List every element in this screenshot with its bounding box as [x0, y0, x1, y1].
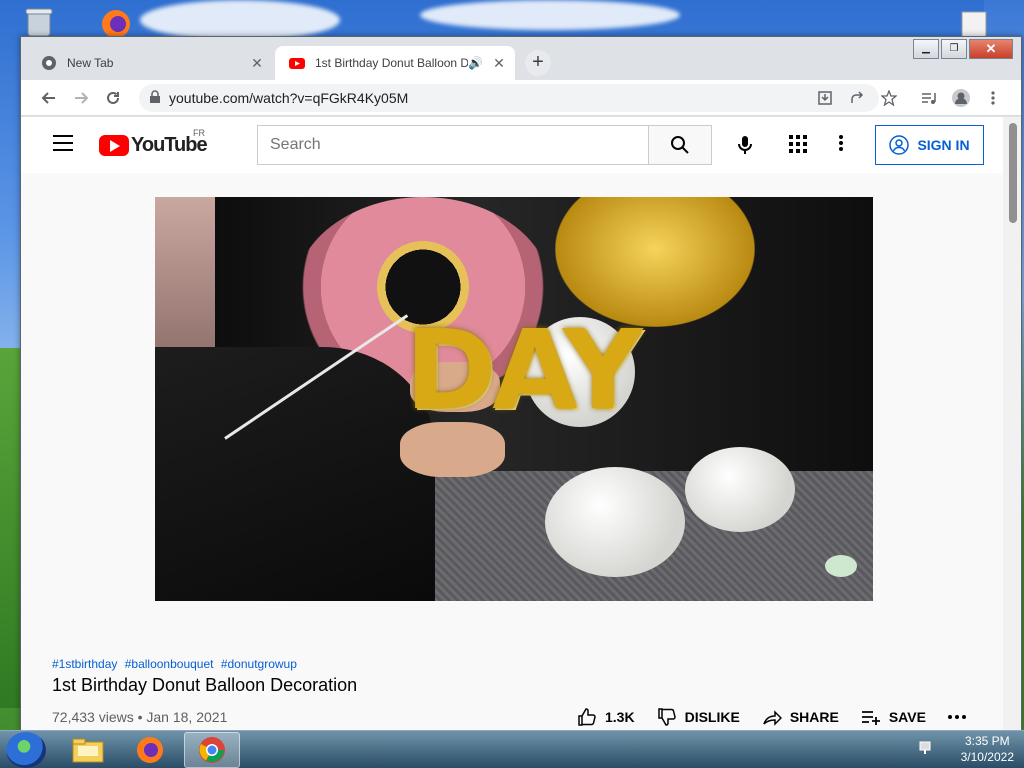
maximize-button[interactable]: ❐: [941, 39, 967, 59]
video-title: 1st Birthday Donut Balloon Decoration: [52, 675, 358, 695]
white-balloon: [545, 467, 685, 577]
forward-arrow-icon[interactable]: [69, 86, 93, 110]
save-button[interactable]: SAVE: [861, 707, 926, 727]
scrollbar-thumb[interactable]: [1009, 123, 1017, 223]
menu-hamburger-icon[interactable]: [53, 135, 73, 151]
tab-title: New Tab: [67, 56, 114, 70]
firefox-desktop-icon[interactable]: [96, 6, 136, 38]
thumbs-down-icon: [657, 708, 676, 726]
taskbar-chrome[interactable]: [184, 732, 240, 768]
minimize-button[interactable]: ▁: [913, 39, 939, 59]
channel-watermark: [825, 555, 857, 577]
share-page-icon[interactable]: [845, 86, 869, 110]
settings-more-icon[interactable]: [839, 133, 843, 158]
back-arrow-icon[interactable]: [37, 86, 61, 110]
share-button[interactable]: SHARE: [762, 707, 839, 727]
voice-search-button[interactable]: [725, 125, 765, 165]
install-icon[interactable]: [813, 86, 837, 110]
media-control-icon[interactable]: [917, 86, 941, 110]
chrome-window: New Tab ✕ 1st Birthday Donut Balloon D 🔊…: [20, 36, 1022, 731]
youtube-play-icon: [99, 135, 129, 156]
account-circle-icon: [889, 135, 910, 155]
tab-title: 1st Birthday Donut Balloon D: [315, 56, 469, 70]
youtube-logo[interactable]: YouTube FR: [99, 128, 208, 157]
page-scrollbar[interactable]: [1003, 117, 1021, 730]
chrome-icon: [42, 56, 56, 70]
clock-date: 3/10/2022: [960, 750, 1014, 764]
taskbar-firefox[interactable]: [122, 732, 178, 768]
chrome-menu-icon[interactable]: [981, 86, 1005, 110]
window-controls: ▁ ❐ ✕: [911, 39, 1013, 59]
video-meta: 72,433 views • Jan 18, 2021: [52, 709, 228, 725]
person-arm: [155, 347, 435, 601]
more-horizontal-icon: [947, 715, 966, 719]
like-button[interactable]: 1.3K: [577, 707, 635, 727]
taskbar-file-explorer[interactable]: [60, 732, 116, 768]
share-label: SHARE: [789, 709, 839, 725]
search-icon: [671, 136, 689, 154]
letter-balloons-text: DAY: [405, 306, 643, 434]
tab-youtube-video[interactable]: 1st Birthday Donut Balloon D 🔊 ✕: [275, 46, 515, 80]
tab-new-tab[interactable]: New Tab ✕: [27, 46, 273, 80]
microphone-icon: [738, 136, 752, 154]
region-code: FR: [193, 128, 205, 138]
tab-strip: New Tab ✕ 1st Birthday Donut Balloon D 🔊…: [21, 37, 1021, 80]
bookmark-star-icon[interactable]: [877, 86, 901, 110]
dislike-label: DISLIKE: [684, 709, 740, 725]
chrome-icon: [199, 737, 225, 763]
sign-in-label: SIGN IN: [917, 137, 970, 153]
dislike-button[interactable]: DISLIKE: [657, 707, 740, 727]
search-input[interactable]: [258, 126, 648, 164]
more-actions-button[interactable]: [947, 715, 974, 719]
lock-icon: [150, 90, 160, 103]
start-button[interactable]: [6, 732, 46, 768]
cloud: [420, 0, 680, 30]
white-balloon: [685, 447, 795, 532]
new-tab-button[interactable]: +: [525, 50, 551, 76]
like-count: 1.3K: [605, 709, 635, 725]
apps-grid-icon[interactable]: [789, 135, 807, 158]
system-clock[interactable]: 3:35 PM 3/10/2022: [961, 733, 1014, 765]
sign-in-button[interactable]: SIGN IN: [875, 125, 984, 165]
youtube-header: YouTube FR Search SIGN IN: [21, 117, 1003, 173]
search-box[interactable]: [257, 125, 649, 165]
save-label: SAVE: [888, 709, 926, 725]
url-text: youtube.com/watch?v=qFGkR4Ky05M: [169, 90, 409, 106]
speaker-icon[interactable]: 🔊: [468, 56, 483, 70]
youtube-favicon-icon: [289, 58, 305, 69]
day-letter-balloons: DAY: [405, 306, 643, 434]
cloud: [140, 0, 340, 40]
folder-icon: [72, 738, 104, 763]
address-bar[interactable]: youtube.com/watch?v=qFGkR4Ky05M: [139, 84, 879, 112]
browser-toolbar: youtube.com/watch?v=qFGkR4Ky05M: [21, 80, 1021, 116]
network-icon[interactable]: [918, 741, 934, 755]
recycle-bin-icon[interactable]: [22, 6, 56, 37]
share-arrow-icon: [763, 710, 782, 726]
hashtag-link[interactable]: #balloonbouquet: [125, 657, 214, 671]
taskbar: 3:35 PM 3/10/2022: [0, 730, 1024, 768]
close-tab-icon[interactable]: ✕: [247, 55, 267, 72]
search-button[interactable]: [648, 125, 712, 165]
hashtags: #1stbirthday #balloonbouquet #donutgrowu…: [52, 657, 301, 671]
close-window-button[interactable]: ✕: [969, 39, 1013, 59]
video-actions: 1.3K DISLIKE SHARE SAVE: [577, 707, 996, 727]
hashtag-link[interactable]: #donutgrowup: [221, 657, 297, 671]
youtube-page: YouTube FR Search SIGN IN DAY #1stbirthd…: [21, 117, 1021, 730]
reload-icon[interactable]: [101, 86, 125, 110]
video-player[interactable]: DAY: [155, 197, 873, 601]
playlist-add-icon: [861, 711, 880, 725]
hashtag-link[interactable]: #1stbirthday: [52, 657, 117, 671]
close-tab-icon[interactable]: ✕: [489, 55, 509, 72]
firefox-icon: [137, 737, 163, 763]
profile-avatar-icon[interactable]: [949, 86, 973, 110]
thumbs-up-icon: [578, 708, 596, 726]
clock-time: 3:35 PM: [964, 734, 1010, 748]
